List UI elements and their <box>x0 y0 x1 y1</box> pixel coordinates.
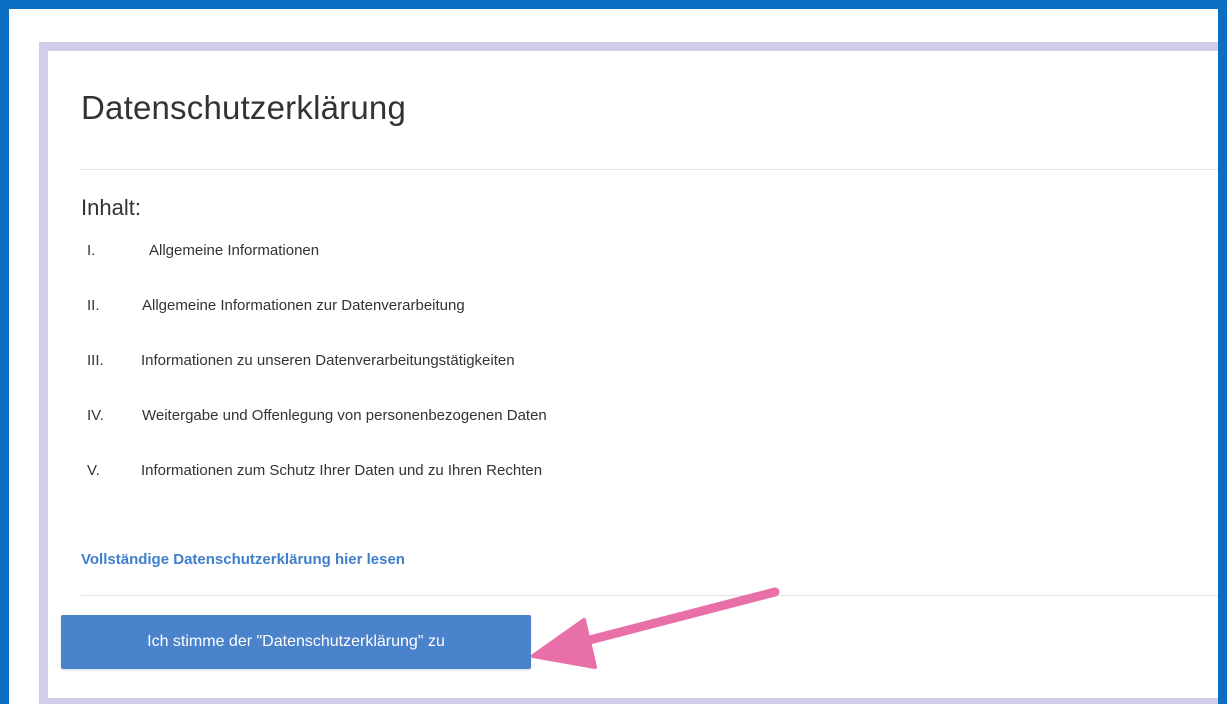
toc-label: Informationen zu unseren Datenverarbeitu… <box>141 352 515 369</box>
modal-title: Datenschutzerklärung <box>81 89 407 126</box>
toc-number: II. <box>87 297 100 314</box>
toc-number: IV. <box>87 407 104 424</box>
full-privacy-policy-link[interactable]: Vollständige Datenschutzerklärung hier l… <box>81 551 405 568</box>
toc-number: III. <box>87 352 104 369</box>
content-heading: Inhalt: <box>81 195 141 220</box>
accept-privacy-button[interactable]: Ich stimme der "Datenschutzerklärung" zu <box>61 615 531 669</box>
toc-number: I. <box>87 242 96 259</box>
toc-label: Informationen zum Schutz Ihrer Daten und… <box>141 462 543 479</box>
toc-number: V. <box>87 462 100 479</box>
privacy-modal: Datenschutzerklärung Inhalt: I. Allgemei… <box>39 42 1218 704</box>
toc-label: Allgemeine Informationen <box>149 242 320 259</box>
toc-label: Allgemeine Informationen zur Datenverarb… <box>142 297 465 314</box>
modal-header: Datenschutzerklärung <box>81 51 1218 170</box>
screenshot-frame: Datenschutzerklärung Inhalt: I. Allgemei… <box>0 0 1227 704</box>
toc-label: Weitergabe und Offenlegung von personenb… <box>142 407 547 424</box>
footer-divider <box>81 595 1218 596</box>
